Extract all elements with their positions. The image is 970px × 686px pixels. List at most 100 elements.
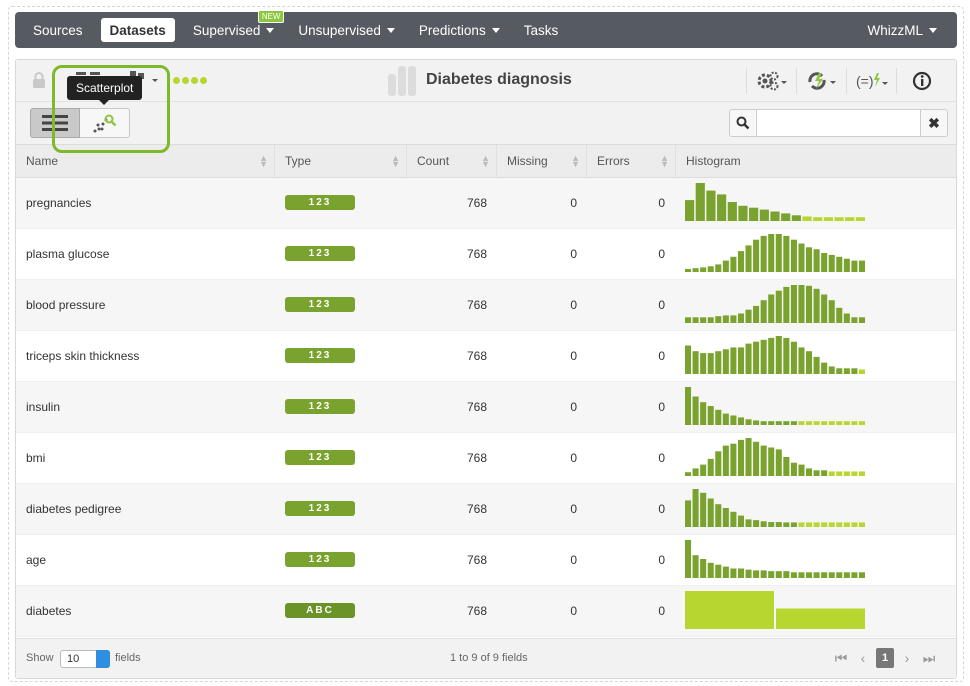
page-size-select[interactable]: 10 xyxy=(60,650,110,668)
field-histogram[interactable] xyxy=(685,535,867,586)
histogram-bar xyxy=(843,313,850,323)
table-row[interactable]: bmi 123 768 0 0 xyxy=(16,433,956,484)
field-histogram[interactable] xyxy=(685,331,867,382)
clear-search-button[interactable]: ✖ xyxy=(920,109,948,137)
histogram-bar xyxy=(692,351,699,374)
histogram-bar xyxy=(828,572,835,578)
histogram-bar xyxy=(790,462,797,476)
nav-tasks[interactable]: Tasks xyxy=(512,12,571,48)
field-errors: 0 xyxy=(658,553,665,567)
histogram-bar xyxy=(737,439,744,476)
field-type-badge: 123 xyxy=(285,195,355,210)
histogram-bar xyxy=(695,183,705,221)
configure-button[interactable] xyxy=(746,68,796,94)
scatterplot-view-button[interactable] xyxy=(80,108,130,138)
field-type-badge: 123 xyxy=(285,399,355,414)
field-histogram[interactable] xyxy=(685,178,867,229)
field-histogram[interactable] xyxy=(685,229,867,280)
chevron-down-icon xyxy=(929,27,937,33)
column-header-label: Histogram xyxy=(686,154,741,168)
lock-icon[interactable] xyxy=(32,71,46,92)
one-click-model-button[interactable] xyxy=(796,68,846,94)
histogram-bar xyxy=(783,337,790,374)
column-header-type[interactable]: Type ▲ ▼ xyxy=(275,145,407,178)
formula-button[interactable]: (=) xyxy=(846,68,896,94)
histogram-bar xyxy=(707,353,714,374)
column-header-name[interactable]: Name ▲ ▼ xyxy=(16,145,275,178)
histogram-bar xyxy=(753,341,760,374)
histogram-bar xyxy=(760,235,767,272)
table-row[interactable]: age 123 768 0 0 xyxy=(16,535,956,586)
last-page-icon[interactable]: ⏭ xyxy=(920,648,938,668)
histogram-bar xyxy=(753,420,760,425)
sort-icon: ▲ ▼ xyxy=(391,153,400,169)
histogram-bar xyxy=(783,457,790,476)
histogram-bar xyxy=(783,522,790,527)
histogram-bar xyxy=(791,215,801,221)
histogram-bar xyxy=(806,247,813,272)
column-header-histogram: Histogram xyxy=(676,145,956,178)
search-input[interactable] xyxy=(757,109,920,137)
field-histogram[interactable] xyxy=(685,382,867,433)
field-type-badge: 123 xyxy=(285,246,355,261)
nav-predictions[interactable]: Predictions xyxy=(407,12,512,48)
prev-page-icon[interactable]: ‹ xyxy=(854,648,872,668)
current-page[interactable]: 1 xyxy=(876,648,894,668)
histogram-bar xyxy=(700,353,707,374)
histogram-bar xyxy=(730,568,737,578)
histogram-bar xyxy=(768,294,775,323)
histogram-bar xyxy=(813,217,823,221)
fields-table: Name ▲ ▼ Type ▲ ▼ Count ▲ ▼ Missing ▲ ▼ Errors ▲ ▼… xyxy=(16,144,956,637)
first-page-icon[interactable]: ⏮ xyxy=(832,648,850,668)
nav-user-menu[interactable]: WhizzML xyxy=(855,12,949,48)
histogram-bar xyxy=(700,464,707,476)
field-count: 768 xyxy=(466,298,487,312)
table-row[interactable]: triceps skin thickness 123 768 0 0 xyxy=(16,331,956,382)
table-row[interactable]: blood pressure 123 768 0 0 xyxy=(16,280,956,331)
histogram-bar xyxy=(836,522,843,527)
table-row[interactable]: diabetes pedigree 123 768 0 0 xyxy=(16,484,956,535)
histogram-bar xyxy=(775,234,782,272)
histogram-bar xyxy=(753,570,760,578)
search-icon[interactable] xyxy=(729,109,757,137)
histogram-bar xyxy=(700,402,707,425)
table-row[interactable]: plasma glucose 123 768 0 0 xyxy=(16,229,956,280)
histogram-bar xyxy=(722,260,729,272)
field-histogram[interactable] xyxy=(685,484,867,535)
histogram-bar xyxy=(715,264,722,272)
next-page-icon[interactable]: › xyxy=(898,648,916,668)
table-row[interactable]: pregnancies 123 768 0 0 xyxy=(16,178,956,229)
histogram-bar xyxy=(813,288,820,323)
histogram-bar xyxy=(707,458,714,476)
histogram-bar xyxy=(783,286,790,323)
field-histogram[interactable] xyxy=(685,586,867,637)
select-arrow-icon xyxy=(96,650,110,668)
field-histogram[interactable] xyxy=(685,433,867,484)
info-button[interactable] xyxy=(896,68,946,94)
column-header-label: Name xyxy=(26,154,59,168)
right-toolbar: (=) xyxy=(746,68,946,94)
table-row[interactable]: insulin 123 768 0 0 xyxy=(16,382,956,433)
histogram-bar xyxy=(843,471,850,476)
nav-sources[interactable]: Sources xyxy=(21,12,95,48)
histogram-bar xyxy=(760,339,767,374)
nav-supervised[interactable]: Supervised NEW xyxy=(181,10,287,48)
list-view-button[interactable] xyxy=(30,108,80,138)
histogram-bar xyxy=(828,300,835,323)
field-missing: 0 xyxy=(570,247,577,261)
histogram-bar xyxy=(798,421,805,425)
column-header-count[interactable]: Count ▲ ▼ xyxy=(407,145,497,178)
histogram-bar xyxy=(715,316,722,323)
column-header-errors[interactable]: Errors ▲ ▼ xyxy=(587,145,676,178)
nav-datasets[interactable]: Datasets xyxy=(100,18,175,42)
field-histogram[interactable] xyxy=(685,280,867,331)
nav-unsupervised[interactable]: Unsupervised xyxy=(286,12,407,48)
histogram-bar xyxy=(775,449,782,476)
column-header-label: Missing xyxy=(507,154,548,168)
info-icon xyxy=(912,71,931,91)
column-header-missing[interactable]: Missing ▲ ▼ xyxy=(497,145,587,178)
histogram-bar xyxy=(790,522,797,527)
histogram-bar xyxy=(753,239,760,272)
table-row[interactable]: diabetes ABC 768 0 0 xyxy=(16,586,956,637)
histogram-bar xyxy=(745,309,752,323)
